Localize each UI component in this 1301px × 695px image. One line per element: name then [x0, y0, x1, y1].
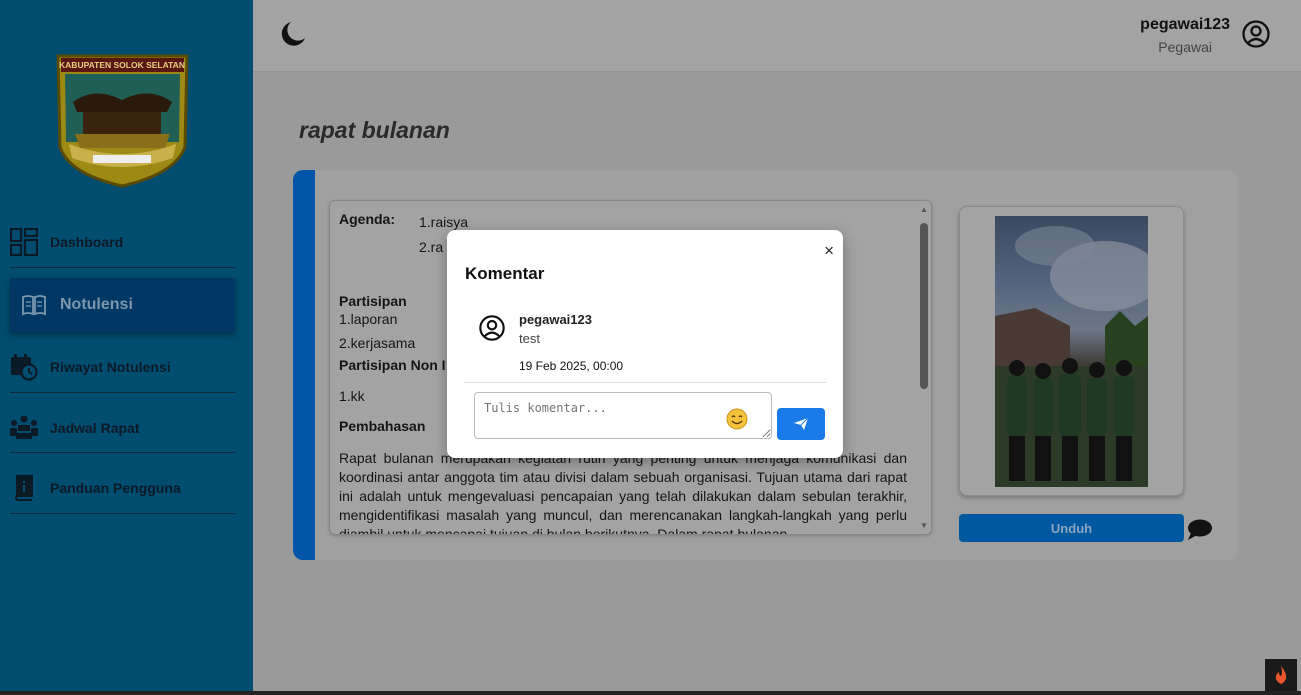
divider [464, 382, 826, 383]
send-icon [794, 417, 809, 430]
comment-date: 19 Feb 2025, 00:00 [519, 359, 624, 373]
close-icon[interactable]: × [824, 241, 834, 261]
modal-title: Komentar [465, 264, 545, 283]
comment-modal: × Komentar pegawai123 test 19 Feb 2025, … [447, 230, 843, 458]
fire-button[interactable] [1265, 659, 1297, 691]
taskbar [0, 691, 1301, 695]
comment-text: test [519, 331, 540, 346]
avatar [479, 315, 505, 341]
fire-icon [1275, 666, 1287, 684]
send-button[interactable] [777, 408, 825, 440]
emoji-icon[interactable] [726, 408, 748, 430]
comment-author: pegawai123 [519, 312, 592, 327]
